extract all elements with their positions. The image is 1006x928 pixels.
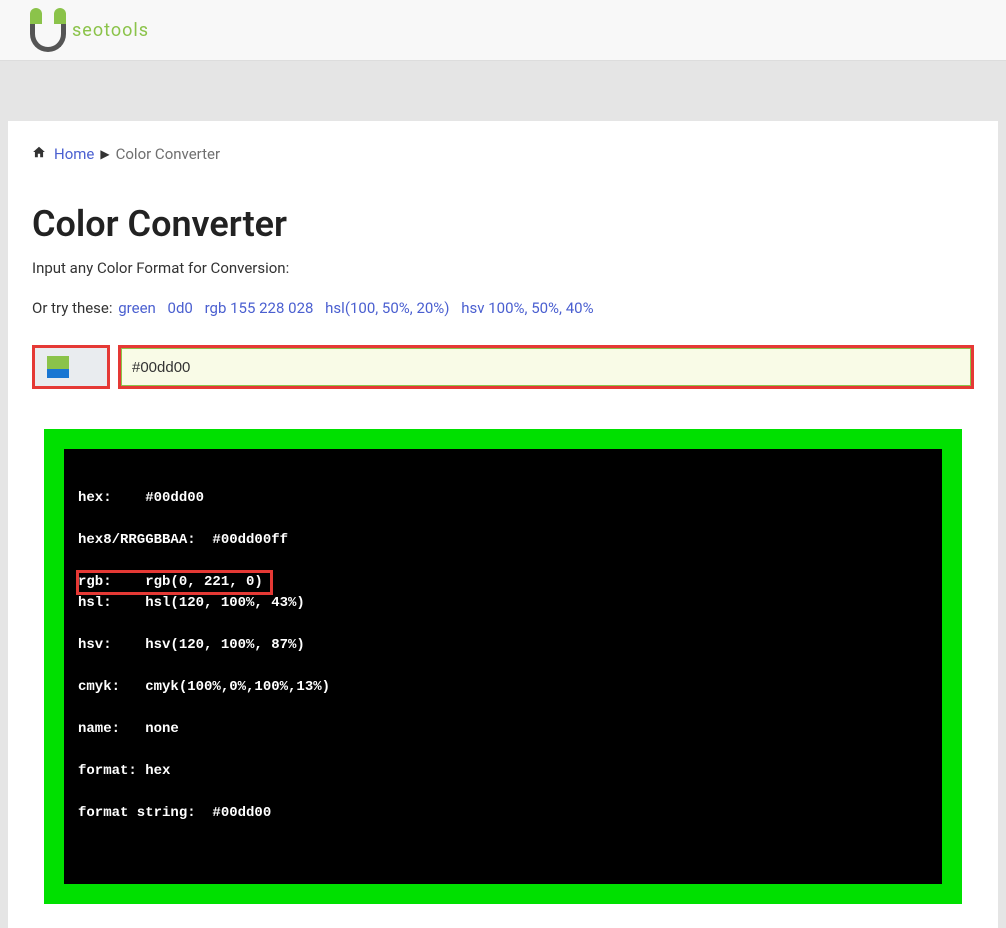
breadcrumb: Home ▶ Color Converter: [32, 145, 974, 163]
output-hex: hex: #00dd00: [78, 488, 928, 509]
logo-icon: [30, 8, 66, 52]
example-link-rgb[interactable]: rgb 155 228 028: [205, 299, 314, 317]
output-name: name: none: [78, 719, 928, 740]
output-format: format: hex: [78, 761, 928, 782]
logo-text: seotools: [72, 20, 149, 41]
color-input[interactable]: [121, 348, 971, 386]
breadcrumb-home-link[interactable]: Home: [54, 145, 94, 163]
example-link-hsv[interactable]: hsv 100%, 50%, 40%: [461, 299, 593, 317]
output-cmyk: cmyk: cmyk(100%,0%,100%,13%): [78, 677, 928, 698]
try-prefix: Or try these:: [32, 299, 113, 317]
page-subtitle: Input any Color Format for Conversion:: [32, 259, 974, 277]
color-swatch: [47, 356, 69, 378]
color-input-wrap: [118, 345, 974, 389]
color-swatch-box[interactable]: [32, 345, 110, 389]
chevron-right-icon: ▶: [100, 147, 109, 161]
output-hsv: hsv: hsv(120, 100%, 87%): [78, 635, 928, 656]
output-format-string: format string: #00dd00: [78, 803, 928, 824]
example-link-green[interactable]: green: [118, 299, 156, 317]
output-hsl: hsl: hsl(120, 100%, 43%): [78, 593, 928, 614]
breadcrumb-current: Color Converter: [116, 145, 220, 163]
site-logo[interactable]: seotools: [30, 8, 149, 52]
output-panel: hex: #00dd00 hex8/RRGGBBAA: #00dd00ff rg…: [44, 429, 962, 904]
main-content: Home ▶ Color Converter Color Converter I…: [8, 121, 998, 928]
input-row: [32, 345, 974, 389]
home-icon: [32, 145, 46, 163]
site-header: seotools: [0, 0, 1006, 61]
output-rgb: rgb: rgb(0, 221, 0): [78, 572, 271, 593]
example-link-hex3[interactable]: 0d0: [168, 299, 193, 317]
example-links-row: Or try these: green 0d0 rgb 155 228 028 …: [32, 299, 974, 317]
output-hex8: hex8/RRGGBBAA: #00dd00ff: [78, 530, 928, 551]
page-title: Color Converter: [32, 203, 974, 245]
output-console: hex: #00dd00 hex8/RRGGBBAA: #00dd00ff rg…: [64, 449, 942, 884]
example-link-hsl[interactable]: hsl(100, 50%, 20%): [325, 299, 449, 317]
